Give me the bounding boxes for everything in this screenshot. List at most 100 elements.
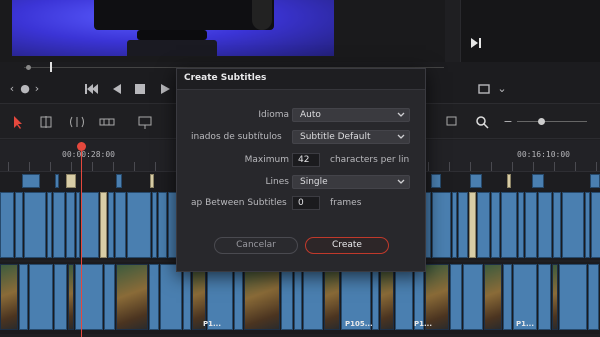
timeline-clip[interactable] (53, 192, 65, 258)
timeline-clip[interactable] (501, 192, 517, 258)
timeline-clip[interactable] (559, 264, 587, 330)
timeline-clip[interactable] (22, 174, 40, 188)
step-back-icon[interactable] (110, 81, 124, 97)
scrub-playhead[interactable] (50, 62, 52, 72)
timeline-clip[interactable] (116, 174, 122, 188)
zoom-slider-track[interactable] (517, 121, 587, 122)
caption-preset-dropdown[interactable]: Subtitle Default (292, 130, 410, 144)
timeline-clip[interactable] (0, 192, 14, 258)
timeline-clip[interactable] (108, 192, 114, 258)
timeline-clip[interactable] (525, 192, 537, 258)
ruler-tick (8, 162, 9, 171)
create-button[interactable]: Create (305, 237, 389, 254)
chevron-right-icon[interactable]: › (32, 81, 42, 97)
zoom-fit-icon[interactable] (445, 114, 463, 130)
timeline-clip[interactable] (66, 192, 75, 258)
timeline-clip[interactable] (160, 264, 182, 330)
timeline-playhead[interactable] (81, 142, 82, 337)
timeline-clip[interactable] (588, 264, 599, 330)
timeline-clip[interactable] (591, 192, 600, 258)
timeline-clip[interactable] (452, 192, 457, 258)
timeline-clip[interactable] (115, 192, 126, 258)
timeline-clip[interactable] (518, 192, 524, 258)
timeline-clip[interactable] (281, 264, 293, 330)
timeline-clip[interactable] (294, 264, 302, 330)
chevron-down-icon[interactable]: ⌄ (496, 81, 508, 97)
timeline-clip[interactable] (463, 264, 483, 330)
magnifier-icon[interactable] (473, 114, 491, 130)
timeline-clip[interactable] (562, 192, 584, 258)
language-dropdown[interactable]: Auto (292, 108, 410, 122)
ruler-tick (470, 162, 471, 171)
timeline-clip[interactable] (431, 174, 441, 188)
scrub-in-point[interactable] (26, 65, 31, 70)
chevron-left-icon[interactable]: ‹ (6, 81, 18, 97)
timeline-clip[interactable] (432, 192, 451, 258)
lines-dropdown[interactable]: Single (292, 175, 410, 189)
subtitle-clip-selected[interactable] (469, 192, 476, 258)
stop-icon[interactable] (133, 81, 147, 97)
video-clip[interactable] (552, 264, 558, 330)
subtitle-clip-selected[interactable] (150, 174, 154, 188)
max-chars-input[interactable]: 42 (292, 153, 320, 167)
zoom-out-icon[interactable]: − (503, 114, 513, 130)
timeline-clip[interactable] (450, 264, 462, 330)
timeline-clip[interactable] (553, 192, 561, 258)
timeline-clip[interactable] (24, 192, 46, 258)
video-clip[interactable] (380, 264, 394, 330)
blade-tool-icon[interactable] (98, 114, 116, 130)
ruler-tick (428, 162, 429, 171)
subtitle-clip-selected[interactable] (66, 174, 76, 188)
timeline-clip[interactable] (158, 192, 167, 258)
timeline-clip[interactable] (503, 264, 512, 330)
subtitle-clip-selected[interactable] (507, 174, 511, 188)
timeline-clip[interactable] (104, 264, 115, 330)
timeline-clip[interactable] (183, 264, 191, 330)
timeline-clip[interactable] (54, 264, 67, 330)
timeline-clip[interactable] (149, 264, 159, 330)
timeline-clip[interactable] (75, 264, 103, 330)
video-clip[interactable] (68, 264, 74, 330)
timeline-clip[interactable] (470, 174, 482, 188)
timeline-clip[interactable] (152, 192, 157, 258)
timeline-clip[interactable] (127, 192, 151, 258)
timeline-clip[interactable] (47, 192, 52, 258)
video-clip[interactable] (484, 264, 502, 330)
timeline-clip[interactable] (55, 174, 59, 188)
video-clip[interactable] (324, 264, 340, 330)
timeline-clip[interactable] (585, 192, 590, 258)
timeline-clip[interactable] (538, 264, 551, 330)
timeline-clip[interactable] (234, 264, 243, 330)
video-clip[interactable] (244, 264, 280, 330)
gap-input[interactable]: 0 (292, 196, 320, 210)
selection-tool-icon[interactable] (9, 114, 27, 130)
timeline-clip[interactable] (538, 192, 552, 258)
timeline-clip[interactable] (590, 174, 600, 188)
dynamic-trim-icon[interactable] (68, 114, 86, 130)
play-to-end-icon[interactable] (469, 36, 483, 50)
timeline-clip[interactable] (532, 174, 544, 188)
playhead-handle[interactable] (77, 142, 86, 151)
timeline-clip[interactable] (29, 264, 53, 330)
zoom-slider-handle[interactable] (538, 118, 545, 125)
timeline-clip[interactable] (395, 264, 413, 330)
trim-tool-icon[interactable] (37, 114, 55, 130)
timeline-clip[interactable] (303, 264, 323, 330)
play-icon[interactable] (158, 81, 172, 97)
cancel-button[interactable]: Cancelar (214, 237, 298, 254)
transform-icon[interactable] (476, 81, 492, 97)
go-to-start-icon[interactable] (83, 81, 99, 97)
timeline-clip[interactable] (458, 192, 468, 258)
timeline-clip[interactable] (372, 264, 379, 330)
video-clip[interactable] (0, 264, 18, 330)
timeline-clip[interactable] (19, 264, 28, 330)
timeline-clip[interactable] (477, 192, 490, 258)
dot-icon: ● (20, 82, 30, 95)
timeline-clip[interactable] (491, 192, 500, 258)
timeline-clip[interactable] (15, 192, 23, 258)
timeline-clip[interactable] (76, 192, 80, 258)
timeline-clip[interactable] (81, 192, 99, 258)
insert-clip-icon[interactable] (136, 114, 154, 130)
video-clip[interactable] (116, 264, 148, 330)
subtitle-clip-selected[interactable] (100, 192, 107, 258)
